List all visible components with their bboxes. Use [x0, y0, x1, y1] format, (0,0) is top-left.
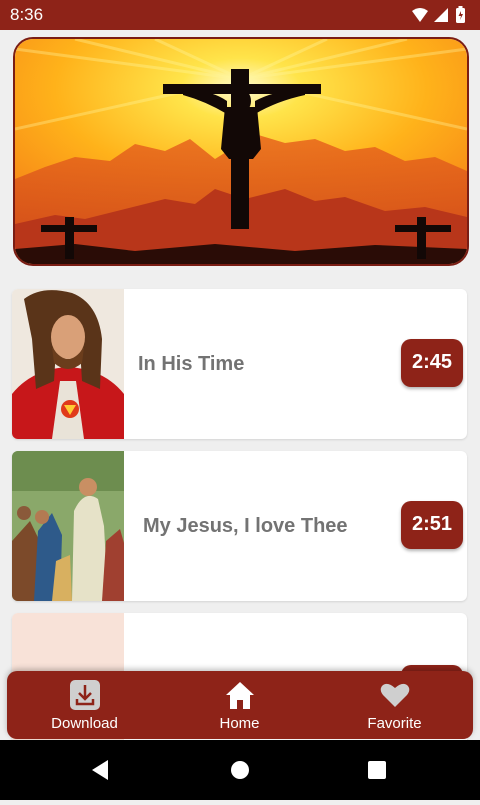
nav-home[interactable]: Home	[162, 671, 317, 739]
download-icon	[70, 680, 100, 710]
song-duration-badge: 2:51	[401, 501, 463, 549]
nav-home-label: Home	[219, 715, 260, 732]
home-circle-icon[interactable]	[231, 761, 249, 779]
song-duration-badge: 2:45	[401, 339, 463, 387]
status-icons	[412, 6, 465, 23]
system-navigation-bar	[0, 740, 480, 800]
back-icon[interactable]	[92, 760, 108, 780]
recents-icon[interactable]	[368, 761, 386, 779]
song-title: My Jesus, I love Thee	[143, 515, 348, 537]
bottom-navigation: Download Home Favorite	[7, 671, 473, 739]
heart-icon	[380, 683, 410, 707]
crucifix-sunset-image	[15, 39, 467, 264]
wifi-icon	[412, 8, 428, 22]
nav-download[interactable]: Download	[7, 671, 162, 739]
status-time: 8:36	[10, 5, 44, 24]
signal-icon	[434, 8, 448, 22]
nav-download-label: Download	[51, 715, 118, 732]
jesus-sacred-heart-image	[12, 289, 124, 439]
song-card[interactable]: In His Time 2:45	[12, 289, 467, 439]
song-card[interactable]: My Jesus, I love Thee 2:51	[12, 451, 467, 601]
song-title: In His Time	[138, 353, 245, 375]
jesus-with-disciples-image	[12, 451, 124, 601]
home-icon	[226, 682, 254, 709]
status-bar: 8:36	[0, 0, 480, 30]
battery-icon	[456, 6, 465, 23]
nav-favorite[interactable]: Favorite	[317, 671, 472, 739]
header-banner	[13, 37, 469, 266]
nav-favorite-label: Favorite	[367, 715, 422, 732]
